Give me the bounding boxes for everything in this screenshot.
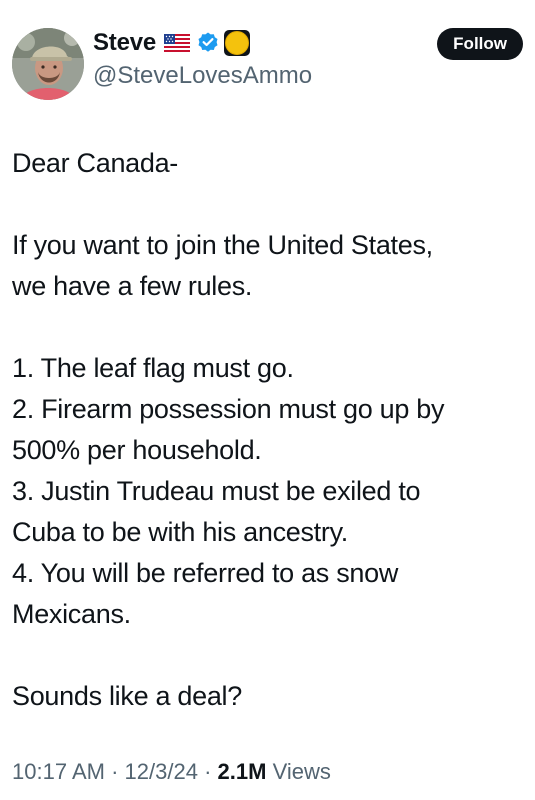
post-text: Dear Canada- If you want to join the Unit… — [12, 143, 523, 717]
views-label: Views — [272, 759, 331, 784]
meta-separator: · — [111, 759, 119, 784]
post-line — [12, 184, 523, 225]
post-line: If you want to join the United States, — [12, 230, 433, 260]
post-time[interactable]: 10:17 AM — [12, 759, 105, 784]
post-line: Cuba to be with his ancestry. — [12, 517, 348, 547]
post-line: 3. Justin Trudeau must be exiled to — [12, 476, 421, 506]
post-line — [12, 307, 523, 348]
display-name[interactable]: Steve — [93, 28, 156, 58]
post-line: Mexicans. — [12, 599, 131, 629]
post-line: Sounds like a deal? — [12, 681, 242, 711]
avatar[interactable] — [12, 28, 84, 100]
meta-separator: · — [204, 759, 212, 784]
avatar-photo — [12, 28, 84, 100]
tweet-header: Steve @SteveLovesAmmo Follow — [12, 28, 523, 102]
name-row: Steve — [93, 28, 312, 58]
post-line: we have a few rules. — [12, 271, 253, 301]
verified-badge-icon[interactable] — [196, 31, 220, 55]
post-line: 4. You will be referred to as snow — [12, 558, 399, 588]
post-line — [12, 635, 523, 676]
tweet: Steve @SteveLovesAmmo Follow Dear Canada… — [0, 0, 535, 800]
author-handle[interactable]: @SteveLovesAmmo — [93, 61, 312, 91]
views-count: 2.1M — [217, 759, 267, 784]
follow-button[interactable]: Follow — [437, 28, 523, 60]
post-line: 2. Firearm possession must go up by — [12, 394, 445, 424]
post-date[interactable]: 12/3/24 — [125, 759, 198, 784]
author-identity: Steve @SteveLovesAmmo — [93, 28, 312, 91]
post-line: Dear Canada- — [12, 148, 178, 178]
us-flag-icon — [164, 34, 191, 52]
post-meta: 10:17 AM · 12/3/24 · 2.1M Views — [12, 757, 331, 787]
yellow-circle-badge-icon[interactable] — [223, 29, 251, 57]
post-line: 1. The leaf flag must go. — [12, 353, 294, 383]
post-line: 500% per household. — [12, 435, 262, 465]
